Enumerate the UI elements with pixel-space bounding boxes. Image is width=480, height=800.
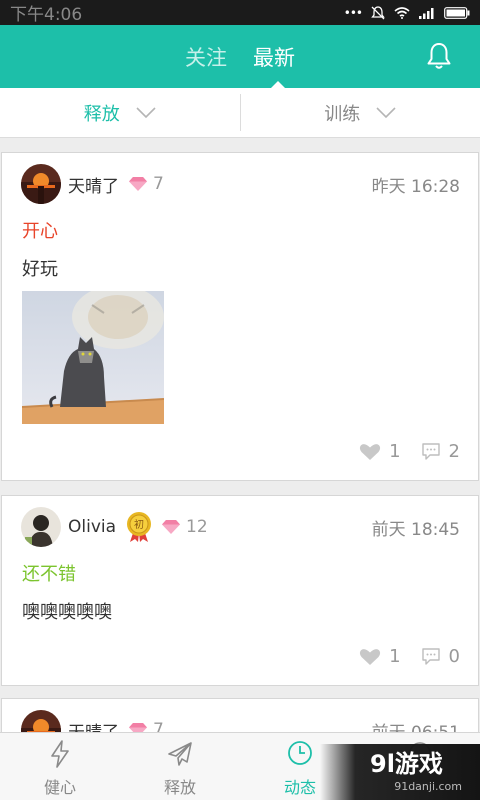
signal-icon [419, 7, 434, 19]
avatar[interactable] [21, 164, 61, 204]
status-icons: ••• [344, 6, 470, 20]
top-header: 关注 最新 [0, 25, 480, 89]
like-count: 1 [389, 646, 401, 667]
gem-icon [129, 177, 147, 191]
post-stats: 1 0 [359, 646, 460, 667]
lightning-icon [51, 740, 69, 768]
medal-icon: 初 [127, 512, 152, 542]
medal-badge-text: 初 [134, 518, 144, 531]
chevron-down-icon [136, 106, 156, 118]
post-card[interactable]: 天晴了 7 前天 06:51 [1, 698, 479, 732]
filter-training[interactable]: 训练 [239, 94, 480, 131]
comment-count: 2 [448, 441, 460, 462]
username[interactable]: 天晴了 [68, 172, 119, 197]
post-text: 噢噢噢噢噢 [22, 602, 112, 623]
filter-release-label: 释放 [83, 103, 120, 125]
mute-icon [371, 5, 385, 19]
gem-level: 7 [153, 720, 164, 732]
tab-release-label: 释放 [163, 778, 196, 797]
avatar[interactable] [21, 710, 61, 732]
tab-wellness-label: 健心 [43, 778, 76, 797]
post-header: Olivia 初 12 前天 18:45 [21, 507, 460, 547]
watermark: 9l游戏 91danji.com [320, 744, 480, 800]
post-feed[interactable]: 天晴了 7 昨天 16:28 开心 好玩 1 2 Olivia 初 12 前天 … [0, 138, 480, 732]
post-card[interactable]: Olivia 初 12 前天 18:45 还不错 噢噢噢噢噢 1 0 [1, 495, 479, 686]
filter-release[interactable]: 释放 [0, 88, 240, 137]
filter-bar: 释放 训练 [0, 88, 480, 138]
gem-level: 7 [153, 174, 164, 194]
tab-release[interactable]: 释放 [120, 733, 240, 800]
post-time: 前天 18:45 [371, 519, 460, 540]
watermark-logo: 9l游戏 [370, 750, 443, 778]
paper-plane-icon [168, 742, 192, 766]
username[interactable]: Olivia [68, 517, 116, 537]
more-dots-icon: ••• [343, 5, 363, 20]
mood-label: 还不错 [22, 564, 76, 585]
post-time: 昨天 16:28 [371, 176, 460, 197]
feed-tabs: 关注 最新 [0, 25, 480, 88]
tab-latest[interactable]: 最新 [253, 42, 295, 72]
watermark-logo-text: 9l游戏 [370, 750, 443, 778]
post-card[interactable]: 天晴了 7 昨天 16:28 开心 好玩 1 2 [1, 152, 479, 481]
tab-following[interactable]: 关注 [185, 42, 227, 72]
status-time: 下午4:06 [10, 5, 83, 25]
post-text: 好玩 [22, 259, 58, 280]
clock-icon [288, 741, 312, 765]
gem-level: 12 [186, 517, 208, 537]
comment-button[interactable]: 2 [421, 441, 460, 462]
heart-icon [359, 443, 381, 460]
like-button[interactable]: 1 [359, 441, 401, 462]
comment-icon [421, 442, 440, 460]
filter-training-label: 训练 [324, 103, 361, 125]
comment-icon [421, 647, 440, 665]
wifi-icon [394, 6, 410, 19]
username[interactable]: 天晴了 [68, 718, 119, 733]
watermark-url: 91danji.com [394, 780, 462, 793]
battery-icon [444, 6, 470, 19]
comment-button[interactable]: 0 [421, 646, 460, 667]
post-header: 天晴了 7 前天 06:51 [21, 710, 460, 732]
mood-label: 开心 [22, 221, 58, 242]
post-header: 天晴了 7 昨天 16:28 [21, 164, 460, 204]
tab-moments-label: 动态 [283, 778, 316, 797]
comment-count: 0 [448, 646, 460, 667]
gem-icon [129, 723, 147, 732]
tab-wellness[interactable]: 健心 [0, 733, 120, 800]
post-image[interactable] [22, 291, 164, 424]
bell-icon[interactable] [426, 42, 452, 70]
gem-icon [162, 520, 181, 534]
post-time: 前天 06:51 [372, 718, 460, 733]
chevron-down-icon [376, 106, 396, 118]
avatar[interactable] [21, 507, 61, 547]
like-button[interactable]: 1 [359, 646, 401, 667]
status-bar: 下午4:06 ••• [0, 0, 480, 25]
post-stats: 1 2 [359, 441, 460, 462]
heart-icon [359, 648, 381, 665]
like-count: 1 [389, 441, 401, 462]
